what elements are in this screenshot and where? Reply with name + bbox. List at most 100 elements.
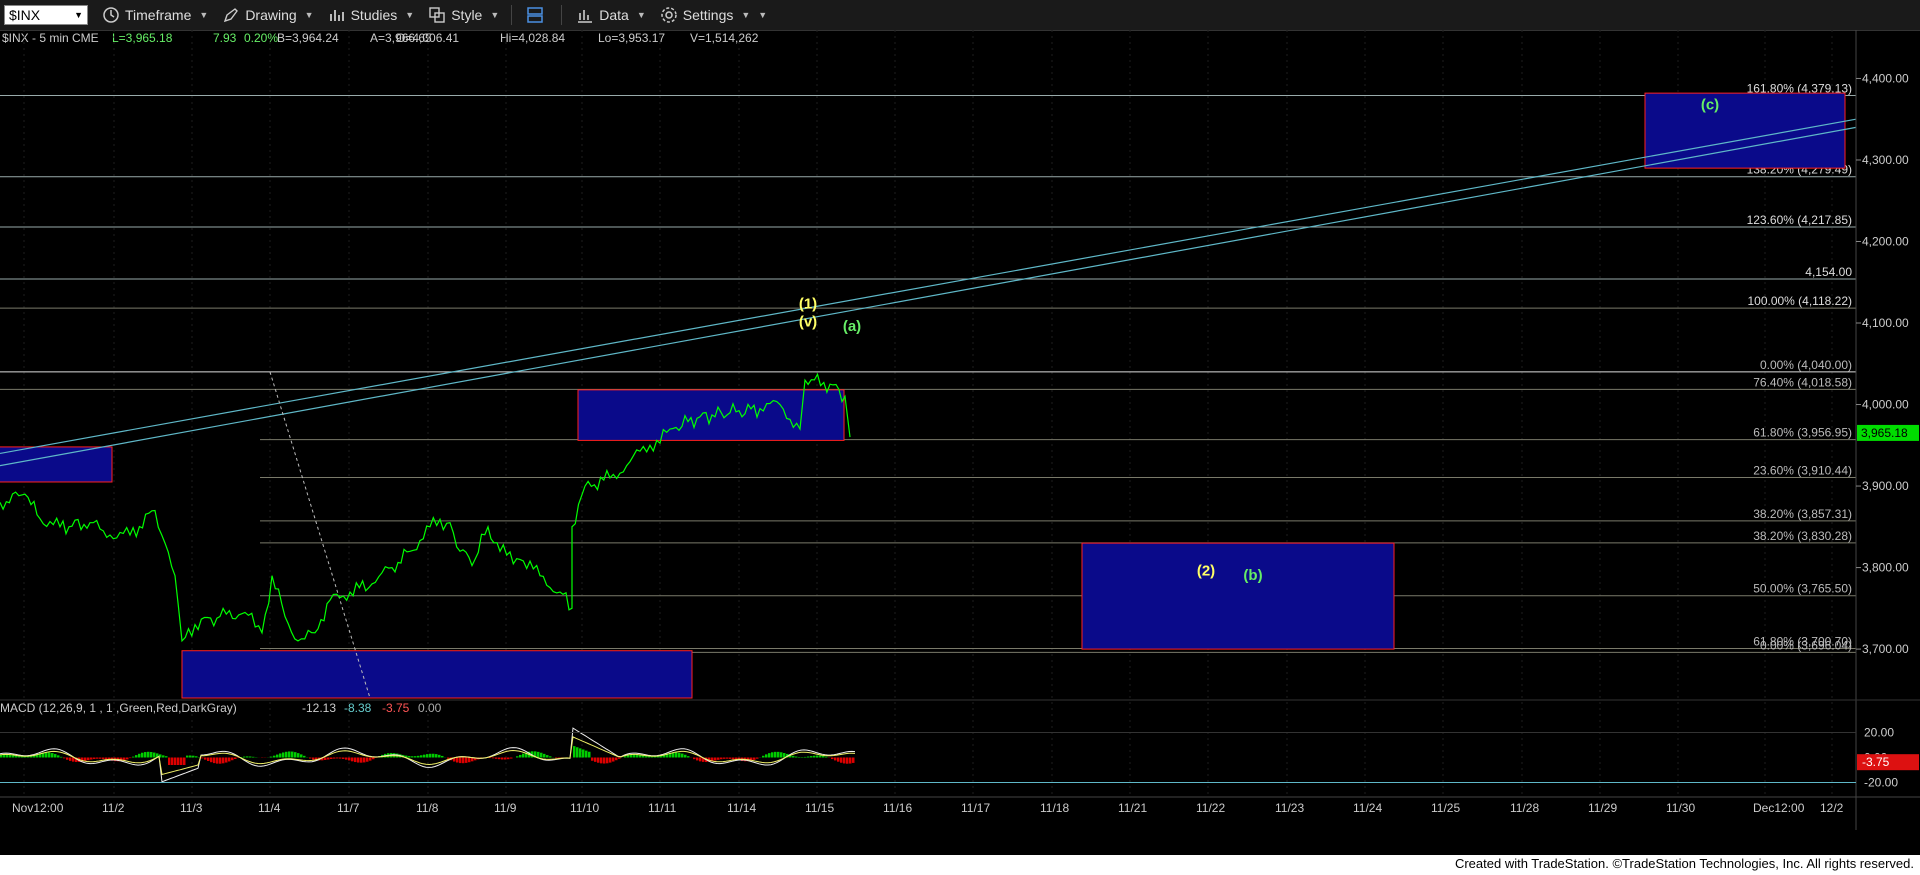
drawing-menu[interactable]: Drawing ▼ <box>222 6 314 24</box>
x-tick-label: 11/24 <box>1353 801 1382 815</box>
macd-header: MACD (12,26,9, 1 , 1 ,Green,Red,DarkGray… <box>0 701 442 715</box>
trend-lines <box>0 118 1857 699</box>
toolbar-divider <box>511 5 513 25</box>
target-box <box>577 389 845 441</box>
macd-hist-bar <box>720 757 723 760</box>
macd-hist-bar <box>357 757 360 763</box>
macd-hist-bar <box>732 757 735 760</box>
macd-hist-bar <box>69 757 72 761</box>
macd-hist-bar <box>429 753 432 758</box>
studies-menu[interactable]: Studies ▼ <box>328 6 415 24</box>
macd-hist-bar <box>204 757 207 760</box>
timeframe-menu[interactable]: Timeframe ▼ <box>102 6 208 24</box>
bid-header: B=3,964.24 <box>277 31 339 45</box>
macd-hist-bar <box>327 757 330 760</box>
macd-hist-bar <box>762 755 765 758</box>
macd-hist-bar <box>714 757 717 761</box>
style-menu[interactable]: Style ▼ <box>428 6 499 24</box>
macd-hist-bar <box>678 752 681 758</box>
macd-hist-bar <box>48 752 51 758</box>
macd-hist-bar <box>792 755 795 758</box>
macd-hist-bar <box>543 753 546 758</box>
macd-series <box>0 727 856 783</box>
macd-hist-bar <box>798 756 801 758</box>
gear-icon <box>661 7 677 23</box>
symbol-input[interactable]: $INX ▼ <box>4 5 88 25</box>
fib-label: 0.00% (3,696.04) <box>1760 638 1852 652</box>
macd-hist-bar <box>222 757 225 764</box>
macd-hist-bar <box>546 755 549 758</box>
macd-hist-bar <box>84 757 87 761</box>
macd-hist-bar <box>162 755 165 758</box>
macd-hist-bar <box>582 749 585 758</box>
x-tick-label: 11/15 <box>805 801 834 815</box>
wave-labels: (1)(v) (a) (2) (b) (c) <box>799 96 1719 583</box>
chevron-down-icon[interactable]: ▼ <box>74 10 83 20</box>
fib-label: 38.20% (3,830.28) <box>1753 529 1852 543</box>
macd-hist-bar <box>606 757 609 764</box>
macd-hist-bar <box>522 753 525 758</box>
wave-label: (1) <box>799 295 817 312</box>
x-tick-label: 12/2 <box>1820 801 1844 815</box>
data-menu[interactable]: Data ▼ <box>576 6 646 24</box>
macd-hist-bar <box>780 752 783 758</box>
macd-hist-bar <box>354 757 357 763</box>
x-tick-label: 11/10 <box>570 801 599 815</box>
macd-hist-bar <box>804 756 807 758</box>
macd-hist-bar <box>369 757 372 761</box>
macd-hist-bar <box>519 754 522 758</box>
wave-label: (v) <box>799 313 817 330</box>
layout-icon <box>527 7 544 23</box>
macd-hist-bar <box>219 757 222 764</box>
macd-hist-bar <box>6 754 9 758</box>
macd-hist-bar <box>297 753 300 758</box>
macd-hist-bar <box>726 757 729 759</box>
macd-hist-bar <box>54 754 57 758</box>
macd-hist-bar <box>192 755 195 758</box>
macd-hist-bar <box>441 755 444 758</box>
settings-menu[interactable]: Settings ▼ ▼ <box>660 6 767 24</box>
macd-hist-bar <box>573 746 576 758</box>
macd-hist-bar <box>153 752 156 758</box>
x-tick-label: 11/21 <box>1118 801 1147 815</box>
macd-hist-bar <box>516 756 519 758</box>
layout-button[interactable] <box>526 6 549 24</box>
change-header: 7.93 <box>213 31 237 45</box>
macd-hist-bar <box>723 757 726 759</box>
price-chart[interactable]: $INX - 5 min CME L=3,965.18 7.93 0.20% B… <box>0 30 1920 855</box>
macd-hist-bar <box>816 755 819 758</box>
price-axis[interactable]: 4,400.00 4,300.00 4,200.00 4,100.00 4,000.00… <box>1855 30 1919 830</box>
fib-label: 61.80% (3,956.95) <box>1753 426 1852 440</box>
macd-hist-bar <box>57 755 60 758</box>
caret-down-icon: ▼ <box>490 10 500 20</box>
macd-hist-bar <box>642 755 645 758</box>
x-tick-label: 11/4 <box>258 801 281 815</box>
x-tick-label: 11/8 <box>416 801 439 815</box>
x-tick-label: 11/23 <box>1275 801 1304 815</box>
x-tick-label: 11/16 <box>883 801 912 815</box>
macd-hist-bar <box>456 757 459 763</box>
macd-hist-bar <box>132 756 135 758</box>
macd-hist-bar <box>699 757 702 762</box>
macd-hist-bar <box>576 747 579 758</box>
toolbar-divider <box>561 5 563 25</box>
macd-hist-bar <box>813 755 816 758</box>
macd-hist-bar <box>648 756 651 758</box>
macd-hist-bar <box>585 750 588 758</box>
y-tick-label: 3,800.00 <box>1862 561 1909 575</box>
caret-down-icon: ▼ <box>405 10 415 20</box>
macd-hist-bar <box>498 757 501 760</box>
macd-hist-bar <box>303 755 306 758</box>
macd-tick-label: -20.00 <box>1864 776 1898 790</box>
macd-hist-bar <box>165 756 168 758</box>
macd-hist-bar <box>615 757 618 761</box>
macd-hist-bar <box>333 757 336 759</box>
time-axis[interactable]: Nov12:00 11/2 11/3 11/4 11/7 11/8 11/9 11/10 11/… <box>0 796 1920 815</box>
x-tick-label: 11/2 <box>102 801 125 815</box>
pct-header: 0.20% <box>244 31 278 45</box>
macd-hist-bar <box>270 756 273 758</box>
wave-label: (2) <box>1197 563 1215 580</box>
fib-label: 23.60% (3,910.44) <box>1753 464 1852 478</box>
macd-hist-bar <box>141 752 144 758</box>
macd-hist-bar <box>501 757 504 760</box>
